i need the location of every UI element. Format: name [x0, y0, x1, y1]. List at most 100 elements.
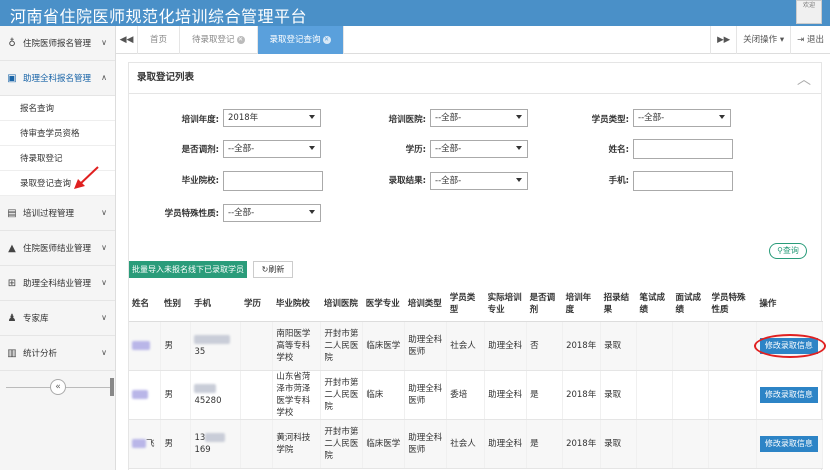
adjust-label: 是否调剂: [181, 145, 219, 155]
close-icon[interactable]: ✕ [236, 35, 245, 44]
student-type-cell: 社会人 [446, 321, 486, 371]
student-type-select[interactable]: --全部- [633, 109, 731, 127]
gender-cell: 男 [160, 370, 192, 420]
year-cell: 2018年 [562, 370, 602, 420]
result-select[interactable]: --全部- [430, 172, 528, 190]
close-icon[interactable]: ✕ [322, 35, 331, 44]
caret-down-icon [309, 115, 315, 119]
chevron-down-icon: ∨ [101, 313, 107, 322]
refresh-button[interactable]: ↻刷新 [253, 261, 293, 278]
caret-down-icon [516, 115, 522, 119]
tab-pending-admission[interactable]: 待录取登记 ✕ [180, 25, 258, 54]
tab-scroll-left-icon[interactable]: ◀◀ [116, 25, 138, 54]
col-header: 实际培训专业 [484, 285, 527, 322]
col-header: 学历 [240, 285, 273, 322]
close-ops-dropdown[interactable]: 关闭操作 ▾ [736, 26, 790, 54]
actual-major-cell: 助理全科 [484, 321, 528, 371]
sidebar-subitem-signup-query[interactable]: 报名查询 [0, 96, 115, 121]
sidebar-collapse: « [6, 378, 110, 396]
edu-select-value: --全部- [435, 144, 462, 154]
year-select[interactable]: 2018年 [223, 109, 321, 127]
collapse-sidebar-icon[interactable]: « [50, 379, 66, 395]
major-cell: 临床医学 [362, 321, 406, 371]
logout-button[interactable]: ⇥ 退出 [790, 26, 830, 54]
col-header: 性别 [160, 285, 191, 322]
edu-cell [240, 419, 274, 469]
chevron-up-icon[interactable]: ︿ [797, 69, 811, 89]
redacted-name [132, 389, 148, 399]
sidebar-scrollbar[interactable] [110, 378, 114, 396]
sidebar-item-resident-signup[interactable]: ♁ 住院医师报名管理 ∨ [0, 26, 115, 61]
special-select-value: --全部- [228, 208, 255, 218]
student-type-cell: 委培 [446, 370, 486, 420]
phone-input[interactable] [633, 171, 733, 191]
app-title: 河南省住院医师规范化培训综合管理平台 [10, 7, 308, 26]
avatar[interactable]: 欢迎 [796, 0, 822, 24]
logout-icon: ⇥ [797, 35, 805, 45]
query-button[interactable]: ⚲查询 [769, 243, 807, 259]
col-header: 笔试成绩 [636, 285, 673, 322]
graduation-cap-icon: ▲ [8, 242, 16, 254]
phone-head: 13 [194, 432, 206, 443]
chevron-down-icon: ∨ [101, 243, 107, 252]
year-cell: 2018年 [562, 321, 602, 371]
year-cell: 2018年 [562, 419, 602, 469]
query-label: 查询 [782, 246, 799, 255]
school-label: 毕业院校: [181, 176, 219, 186]
special-cell [708, 419, 757, 469]
hospital-label: 培训医院: [388, 115, 426, 125]
student-type-label: 学员类型: [591, 115, 629, 125]
caret-down-icon [309, 146, 315, 150]
col-header: 培训医院 [320, 285, 363, 322]
sidebar-item-training-process[interactable]: ▤ 培训过程管理 ∨ [0, 196, 115, 231]
name-tail: 飞 [146, 438, 155, 449]
tab-home[interactable]: 首页 [138, 25, 181, 54]
special-label: 学员特殊性质: [164, 209, 219, 219]
sidebar-item-assistant-graduation[interactable]: ⊞ 助理全科结业管理 ∨ [0, 266, 115, 301]
gender-cell: 男 [160, 321, 192, 371]
interview-score-cell [672, 321, 709, 371]
sidebar-item-expert-library[interactable]: ♟ 专家库 ∨ [0, 301, 115, 336]
sidebar-item-label: 培训过程管理 [23, 209, 75, 219]
redacted-name [132, 438, 146, 448]
sidebar: ♁ 住院医师报名管理 ∨ ▣ 助理全科报名管理 ∧ 报名查询 待审查学员资格 待… [0, 26, 116, 470]
import-button[interactable]: 批量导入未报名线下已录取学员 [129, 261, 247, 278]
name-label: 姓名: [608, 145, 629, 155]
written-score-cell [636, 419, 673, 469]
name-input[interactable] [633, 139, 733, 159]
caret-down-icon [309, 210, 315, 214]
hospital-select[interactable]: --全部- [430, 109, 528, 127]
school-input[interactable] [223, 171, 323, 191]
sidebar-item-label: 助理全科报名管理 [23, 74, 92, 84]
gender-cell: 男 [160, 419, 192, 469]
sidebar-item-resident-graduation[interactable]: ▲ 住院医师结业管理 ∨ [0, 231, 115, 266]
special-select[interactable]: --全部- [223, 204, 321, 222]
phone-cell: 45280 [190, 370, 242, 420]
sidebar-item-statistics[interactable]: ▥ 统计分析 ∨ [0, 336, 115, 371]
school-cell: 南阳医学高等专科学校 [272, 321, 322, 371]
sidebar-item-label: 助理全科结业管理 [23, 279, 92, 289]
adjust-cell: 是 [526, 419, 564, 469]
year-label: 培训年度: [181, 115, 219, 125]
edit-admission-button[interactable]: 修改录取信息 [759, 435, 818, 452]
student-type-cell: 社会人 [446, 419, 486, 469]
tab-scroll-right-icon[interactable]: ▶▶ [710, 26, 736, 54]
edu-select[interactable]: --全部- [430, 140, 528, 158]
edu-cell [240, 370, 274, 420]
train-type-cell: 助理全科医师 [404, 321, 448, 371]
edit-admission-button[interactable]: 修改录取信息 [759, 386, 818, 403]
col-header: 姓名 [129, 285, 161, 322]
redacted-phone [205, 432, 226, 442]
hospital-cell: 开封市第二人民医院 [320, 321, 364, 371]
train-type-cell: 助理全科医师 [404, 419, 448, 469]
hospital-select-value: --全部- [435, 113, 462, 123]
sidebar-item-assistant-signup[interactable]: ▣ 助理全科报名管理 ∧ [0, 61, 115, 96]
adjust-cell: 否 [526, 321, 564, 371]
edu-label: 学历: [405, 145, 426, 155]
chevron-down-icon: ∨ [101, 38, 107, 47]
close-ops-label: 关闭操作 [743, 35, 778, 45]
sidebar-subitem-pending-review[interactable]: 待审查学员资格 [0, 121, 115, 146]
tab-admission-query[interactable]: 录取登记查询 ✕ [257, 25, 344, 54]
adjust-select[interactable]: --全部- [223, 140, 321, 158]
col-header: 招录结果 [600, 285, 637, 322]
